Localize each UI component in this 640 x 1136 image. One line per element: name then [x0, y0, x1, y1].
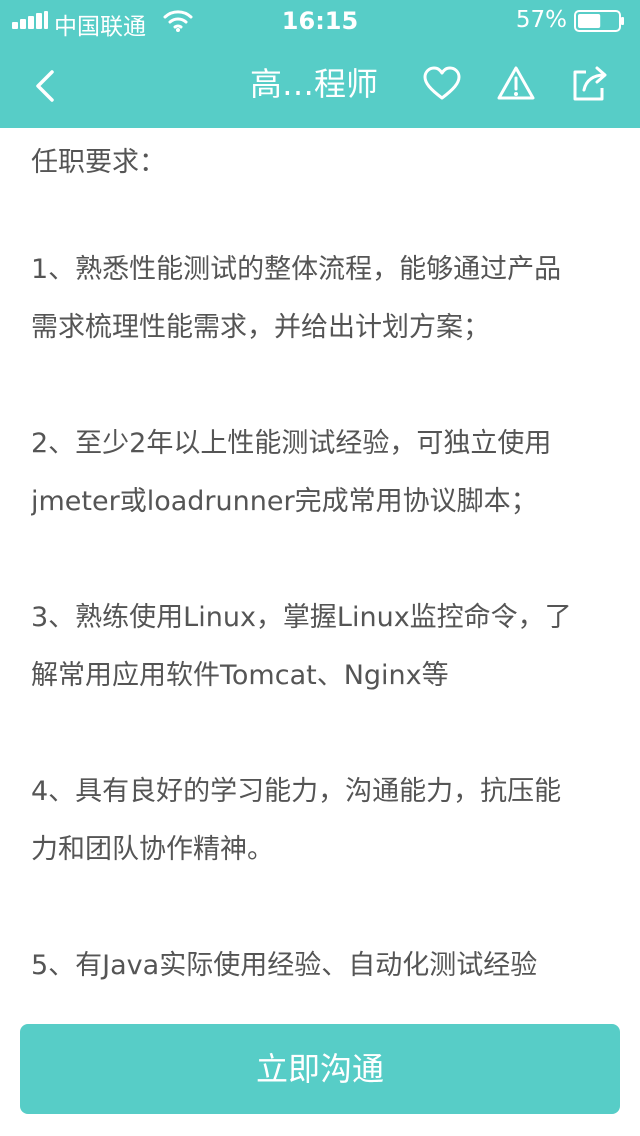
share-icon[interactable]	[570, 64, 610, 104]
battery-percent: 57%	[515, 7, 567, 33]
nav-bar: 高…程师	[0, 40, 640, 128]
app-header: 中国联通 16:15 57% 高…程师	[0, 0, 640, 128]
page-title: 高…程师	[250, 65, 379, 103]
requirement-item: 4、具有良好的学习能力，沟通能力，抗压能 力和团队协作精神。	[31, 776, 562, 865]
heart-icon[interactable]	[422, 64, 462, 104]
section-title: 任职要求：	[31, 147, 166, 178]
contact-now-button[interactable]: 立即沟通	[20, 1024, 620, 1114]
requirement-item: 1、熟悉性能测试的整体流程，能够通过产品 需求梳理性能需求，并给出计划方案；	[31, 254, 562, 343]
requirement-item: 3、熟练使用Linux，掌握Linux监控命令，了 解常用应用软件Tomcat、…	[31, 602, 572, 691]
warning-icon[interactable]	[496, 64, 536, 104]
battery-icon	[574, 10, 624, 32]
job-requirements: 任职要求： 1、熟悉性能测试的整体流程，能够通过产品 需求梳理性能需求，并给出计…	[31, 128, 609, 1008]
requirement-item: 5、有Java实际使用经验、自动化测试经验	[31, 950, 538, 981]
status-bar: 中国联通 16:15 57%	[0, 0, 640, 40]
requirement-item: 2、至少2年以上性能测试经验，可独立使用 jmeter或loadrunner完成…	[31, 428, 552, 517]
back-icon[interactable]	[22, 62, 70, 110]
